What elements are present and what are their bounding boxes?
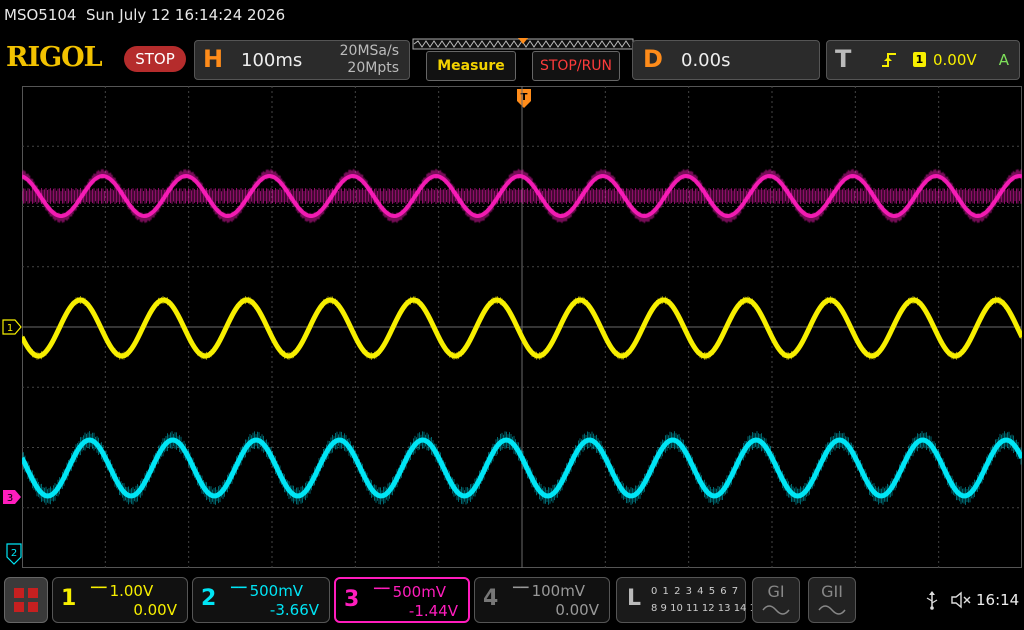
channel-2-number: 2 (201, 586, 217, 611)
grid-menu-icon (14, 588, 38, 612)
channel-2-offset: -3.66V (269, 601, 319, 619)
logic-bits-high: 8 9 10 11 12 13 14 15 (651, 603, 763, 614)
svg-text:1: 1 (7, 323, 13, 334)
channel-3-scale: ▔▔ 500mV (374, 583, 447, 601)
channel-4-number: 4 (483, 586, 499, 611)
dc-coupling-icon: ▔▔ (374, 589, 393, 600)
horizontal-panel[interactable]: H 100ms 20MSa/s 20Mpts (194, 40, 410, 80)
sine-icon (762, 605, 790, 615)
channel-4-panel[interactable]: 4 ▔▔ 100mV 0.00V (474, 577, 610, 623)
sound-muted-icon[interactable] (950, 591, 972, 609)
memory-overview-bar[interactable] (412, 38, 634, 50)
stop-run-button[interactable]: STOP/RUN (532, 51, 620, 81)
logic-bits-low: 0 1 2 3 4 5 6 7 (651, 586, 740, 597)
channel-3-offset: -1.44V (408, 602, 458, 620)
menu-button[interactable] (4, 577, 48, 623)
sample-rate: 20MSa/s (339, 43, 399, 59)
channel-4-scale: ▔▔ 100mV (513, 582, 586, 600)
logic-analyzer-panel[interactable]: L 0 1 2 3 4 5 6 7 8 9 10 11 12 13 14 15 (616, 577, 762, 623)
timebase-value: 100ms (241, 50, 303, 71)
model-name: MSO5104 (4, 6, 77, 24)
trigger-level: 0.00V (933, 51, 977, 69)
decoder-2-label: GII (821, 582, 843, 601)
delay-label: D (643, 45, 663, 73)
ch3-marker[interactable]: 3 (2, 489, 22, 505)
channel-2-panel[interactable]: 2 ▔▔ 500mV -3.66V (192, 577, 330, 623)
horizontal-label: H (203, 45, 224, 73)
rising-edge-icon (882, 53, 896, 67)
channel-3-panel[interactable]: 3 ▔▔ 500mV -1.44V (334, 577, 470, 623)
ch1-marker[interactable]: 1 (2, 319, 22, 335)
channel-2-scale: ▔▔ 500mV (231, 582, 304, 600)
trigger-source: 1 (913, 52, 926, 67)
channel-3-number: 3 (344, 587, 360, 612)
channel-1-offset: 0.00V (133, 601, 177, 619)
rigol-logo: RIGOL (6, 42, 103, 73)
date-time: Sun July 12 16:14:24 2026 (86, 6, 286, 24)
status-line: MSO5104 Sun July 12 16:14:24 2026 (4, 6, 285, 24)
sine-icon (818, 605, 846, 615)
channel-4-offset: 0.00V (555, 601, 599, 619)
channel-1-number: 1 (61, 586, 77, 611)
channel-1-panel[interactable]: 1 ▔▔ 1.00V 0.00V (52, 577, 188, 623)
clock: 16:14 (976, 591, 1020, 609)
trigger-mode: A (998, 51, 1009, 69)
channel-1-scale: ▔▔ 1.00V (91, 582, 154, 600)
usb-icon (926, 591, 938, 610)
decoder-1-button[interactable]: GI (752, 577, 800, 623)
decoder-1-label: GI (767, 582, 785, 601)
logic-label: L (627, 586, 642, 611)
dc-coupling-icon: ▔▔ (231, 588, 250, 599)
memory-depth: 20Mpts (347, 60, 399, 76)
decoder-2-button[interactable]: GII (808, 577, 856, 623)
trigger-label: T (835, 45, 852, 73)
svg-text:3: 3 (7, 493, 13, 504)
run-state-badge[interactable]: STOP (124, 46, 186, 72)
delay-value: 0.00s (681, 50, 731, 71)
measure-button[interactable]: Measure (426, 51, 516, 81)
delay-panel[interactable]: D 0.00s (632, 40, 820, 80)
trigger-panel[interactable]: T 1 0.00V A (826, 40, 1020, 80)
ch2-marker[interactable]: 2 (6, 543, 22, 565)
waveform-display[interactable] (22, 86, 1022, 568)
svg-text:2: 2 (11, 548, 17, 559)
dc-coupling-icon: ▔▔ (91, 588, 110, 599)
dc-coupling-icon: ▔▔ (513, 588, 532, 599)
